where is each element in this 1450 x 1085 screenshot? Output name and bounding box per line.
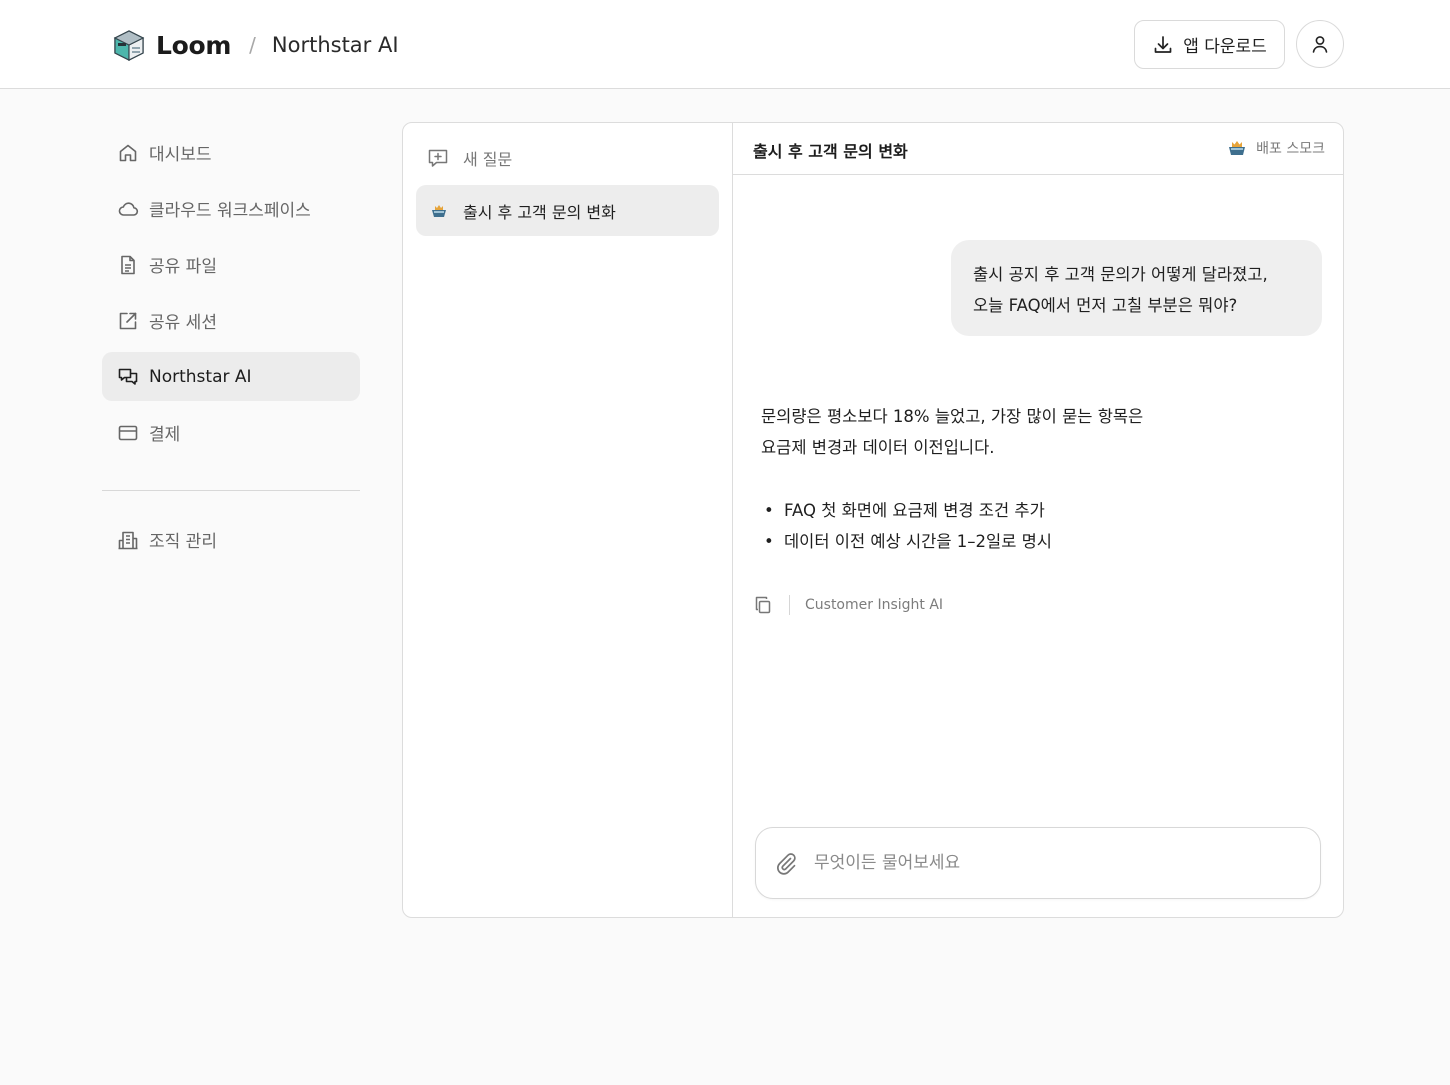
sidebar-item-label: 조직 관리 [149, 532, 217, 552]
history-item[interactable]: 출시 후 고객 문의 변화 [416, 185, 719, 236]
file-icon [121, 255, 135, 274]
download-app-label: 앱 다운로드 [1183, 37, 1267, 57]
user-message-line: 오늘 FAQ에서 먼저 고칠 부분은 뭐야? [973, 296, 1238, 315]
download-icon [1154, 35, 1172, 53]
ai-agent-icon [1229, 141, 1246, 155]
breadcrumb: Loom / Northstar AI [112, 26, 399, 64]
sidebar-item-label: 결제 [149, 425, 181, 445]
sidebar-item-northstar-ai[interactable]: Northstar AI [102, 352, 360, 401]
chat-icon [118, 368, 138, 385]
sidebar: 대시보드 클라우드 워크스페이스 공유 파일 공유 세션 Northstar A… [102, 128, 360, 571]
loom-logo-icon [113, 30, 145, 61]
chat-title: 출시 후 고객 문의 변화 [753, 142, 908, 161]
user-message-line: 출시 공지 후 고객 문의가 어떻게 달라졌고, [973, 265, 1268, 284]
copy-icon[interactable] [753, 595, 773, 615]
assistant-bullet-list: FAQ 첫 화면에 요금제 변경 조건 추가 데이터 이전 예상 시간을 1–2… [761, 495, 1321, 557]
top-bar: Loom / Northstar AI 앱 다운로드 [0, 0, 1450, 89]
message-composer [755, 827, 1321, 899]
paperclip-icon[interactable] [774, 851, 798, 875]
chat-workspace: 새 질문 출시 후 고객 문의 변화 출시 후 고객 문의 변화 배포 스모크 [402, 122, 1344, 918]
sidebar-item-shared-sessions[interactable]: 공유 세션 [102, 296, 360, 345]
assistant-message-footer: Customer Insight AI [753, 593, 943, 617]
profile-button[interactable] [1296, 20, 1344, 68]
brand-name[interactable]: Loom [156, 31, 231, 60]
sidebar-item-cloud-workspace[interactable]: 클라우드 워크스페이스 [102, 184, 360, 233]
breadcrumb-current-page: Northstar AI [271, 33, 399, 57]
sidebar-item-label: Northstar AI [149, 366, 252, 387]
conversation-history-panel: 새 질문 출시 후 고객 문의 변화 [403, 123, 733, 917]
building-icon [118, 531, 138, 549]
sidebar-item-label: 대시보드 [149, 145, 212, 165]
sidebar-item-org-management[interactable]: 조직 관리 [102, 515, 360, 564]
user-message: 출시 공지 후 고객 문의가 어떻게 달라졌고, 오늘 FAQ에서 먼저 고칠 … [951, 240, 1322, 336]
sidebar-item-shared-files[interactable]: 공유 파일 [102, 240, 360, 289]
breadcrumb-separator: / [249, 33, 256, 57]
sidebar-item-label: 클라우드 워크스페이스 [149, 201, 311, 221]
cloud-icon [118, 201, 139, 216]
divider [789, 595, 790, 615]
user-icon [1312, 36, 1328, 53]
list-item: 데이터 이전 예상 시간을 1–2일로 명시 [761, 526, 1321, 557]
list-item: FAQ 첫 화면에 요금제 변경 조건 추가 [761, 495, 1321, 526]
answer-source-label: Customer Insight AI [805, 597, 944, 613]
assistant-message-line: 요금제 변경과 데이터 이전입니다. [761, 438, 995, 457]
share-icon [119, 312, 137, 329]
new-question-label: 새 질문 [463, 150, 513, 169]
home-icon [119, 144, 137, 161]
card-icon [118, 425, 138, 440]
assistant-message: 문의량은 평소보다 18% 늘었고, 가장 많이 묻는 항목은 요금제 변경과 … [761, 401, 1321, 557]
sidebar-divider [102, 490, 360, 491]
agent-tag-label: 배포 스모크 [1256, 141, 1325, 157]
sidebar-item-label: 공유 파일 [149, 257, 217, 277]
history-item-label: 출시 후 고객 문의 변화 [463, 202, 616, 222]
assistant-message-line: 문의량은 평소보다 18% 늘었고, 가장 많이 묻는 항목은 [761, 407, 1144, 426]
sidebar-item-label: 공유 세션 [149, 313, 217, 333]
new-question-button[interactable]: 새 질문 [427, 145, 512, 171]
agent-tag[interactable]: 배포 스모크 [1227, 138, 1325, 158]
new-chat-icon [428, 149, 448, 167]
chat-panel: 출시 후 고객 문의 변화 배포 스모크 출시 공지 후 고객 문의가 어떻게 … [733, 123, 1343, 917]
download-app-button[interactable]: 앱 다운로드 [1134, 20, 1285, 69]
chat-header: 출시 후 고객 문의 변화 배포 스모크 [733, 123, 1343, 175]
sidebar-item-billing[interactable]: 결제 [102, 408, 360, 457]
message-input[interactable] [814, 853, 1294, 873]
ai-agent-icon [432, 204, 446, 217]
sidebar-item-dashboard[interactable]: 대시보드 [102, 128, 360, 177]
